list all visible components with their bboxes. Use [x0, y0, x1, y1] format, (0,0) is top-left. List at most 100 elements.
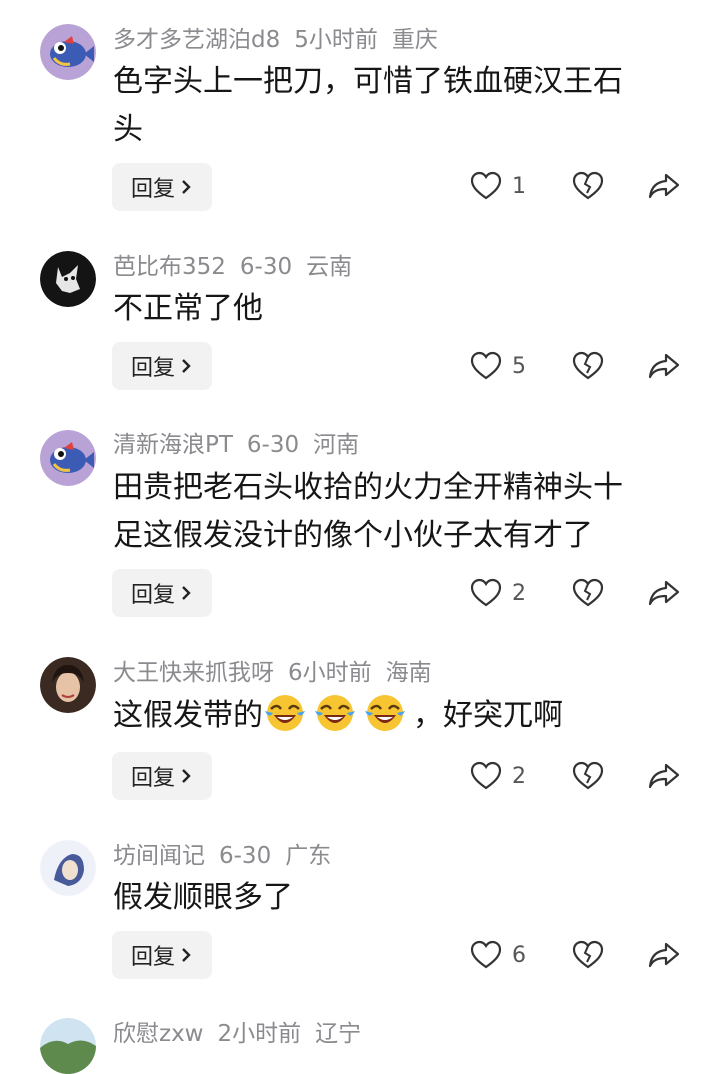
timestamp: 6-30 [246, 432, 300, 458]
location: 广东 [285, 843, 332, 869]
timestamp: 2小时前 [217, 1021, 302, 1047]
share-button[interactable] [648, 941, 680, 969]
dislike-button[interactable] [572, 940, 604, 970]
avatar[interactable] [40, 24, 96, 80]
share-arrow-icon [648, 942, 680, 968]
sketch-avatar-icon [40, 840, 96, 896]
heart-outline-icon [470, 171, 502, 200]
avatar[interactable] [40, 251, 96, 307]
comment-meta: 坊间闻记 6-30 广东 [113, 842, 345, 870]
comment-text: 这假发带的 ，好突兀啊 [113, 692, 673, 740]
heart-outline-icon [470, 578, 502, 607]
username[interactable]: 清新海浪PT [113, 432, 233, 458]
heart-outline-icon [470, 351, 502, 380]
avatar[interactable] [40, 657, 96, 713]
laughing-crying-emoji-icon [265, 695, 305, 731]
broken-heart-icon [572, 578, 604, 607]
comment-text-before-emoji: 这假发带的 [113, 698, 263, 733]
reply-button[interactable]: 回复 [112, 163, 212, 211]
reply-button[interactable]: 回复 [112, 342, 212, 390]
like-count: 6 [512, 942, 526, 968]
like-count: 1 [512, 173, 526, 199]
username[interactable]: 欣慰zxw [113, 1021, 204, 1047]
reply-button[interactable]: 回复 [112, 569, 212, 617]
avatar[interactable] [40, 1018, 96, 1074]
like-count: 2 [512, 580, 526, 606]
comment-text-line: 不正常了他 [113, 291, 263, 326]
fish-avatar-icon [40, 24, 96, 80]
share-button[interactable] [648, 762, 680, 790]
location: 海南 [385, 660, 432, 686]
comment-text-line: 足这假发没计的像个小伙子太有才了 [113, 518, 593, 553]
cat-avatar-icon [40, 251, 96, 307]
timestamp: 6小时前 [288, 660, 372, 686]
share-arrow-icon [648, 580, 680, 606]
location: 河南 [313, 432, 360, 458]
comment-meta: 清新海浪PT 6-30 河南 [113, 431, 373, 459]
username[interactable]: 芭比布352 [113, 254, 226, 280]
landscape-avatar-icon [40, 1018, 96, 1074]
username[interactable]: 多才多艺湖泊d8 [113, 27, 280, 53]
heart-outline-icon [470, 761, 502, 790]
chevron-right-icon [182, 586, 191, 600]
share-button[interactable] [648, 172, 680, 200]
like-button[interactable]: 5 [470, 351, 526, 381]
comment-text-line: 假发顺眼多了 [113, 880, 293, 915]
laughing-crying-emoji-icon [365, 695, 405, 731]
portrait-avatar-icon [40, 657, 96, 713]
comment-text-line: 田贵把老石头收拾的火力全开精神头十 [113, 470, 623, 505]
comment-text: 色字头上一把刀，可惜了铁血硬汉王石 头 [113, 58, 673, 154]
fish-avatar-icon [40, 430, 96, 486]
reply-label: 回复 [130, 945, 175, 970]
chevron-right-icon [182, 948, 191, 962]
comment-text-line: 头 [113, 112, 143, 147]
reply-button[interactable]: 回复 [112, 931, 212, 979]
timestamp: 6-30 [239, 254, 293, 280]
like-button[interactable]: 2 [470, 578, 526, 608]
reply-button[interactable]: 回复 [112, 752, 212, 800]
location: 云南 [306, 254, 353, 280]
comment-meta: 欣慰zxw 2小时前 辽宁 [113, 1020, 375, 1048]
comment-text-line: 色字头上一把刀，可惜了铁血硬汉王石 [113, 64, 623, 99]
like-button[interactable]: 2 [470, 761, 526, 791]
reply-label: 回复 [130, 356, 175, 381]
heart-outline-icon [470, 940, 502, 969]
share-arrow-icon [648, 173, 680, 199]
like-button[interactable]: 1 [470, 171, 526, 201]
location: 辽宁 [315, 1021, 362, 1047]
username[interactable]: 大王快来抓我呀 [113, 660, 274, 686]
laughing-crying-emoji-icon [315, 695, 355, 731]
comment-text: 田贵把老石头收拾的火力全开精神头十 足这假发没计的像个小伙子太有才了 [113, 464, 673, 560]
chevron-right-icon [182, 359, 191, 373]
comment-text-after-emoji: ，好突兀啊 [413, 698, 563, 733]
like-count: 2 [512, 763, 526, 789]
timestamp: 5小时前 [294, 27, 378, 53]
reply-label: 回复 [130, 583, 175, 608]
chevron-right-icon [182, 180, 191, 194]
reply-label: 回复 [130, 177, 175, 202]
broken-heart-icon [572, 171, 604, 200]
comment-text: 不正常了他 [113, 285, 673, 333]
dislike-button[interactable] [572, 578, 604, 608]
comment-meta: 多才多艺湖泊d8 5小时前 重庆 [113, 26, 452, 54]
broken-heart-icon [572, 940, 604, 969]
comment-meta: 大王快来抓我呀 6小时前 海南 [113, 659, 446, 687]
broken-heart-icon [572, 761, 604, 790]
share-button[interactable] [648, 352, 680, 380]
share-arrow-icon [648, 353, 680, 379]
location: 重庆 [391, 27, 438, 53]
chevron-right-icon [182, 769, 191, 783]
avatar[interactable] [40, 840, 96, 896]
username[interactable]: 坊间闻记 [113, 843, 205, 869]
share-button[interactable] [648, 579, 680, 607]
like-count: 5 [512, 353, 526, 379]
broken-heart-icon [572, 351, 604, 380]
reply-label: 回复 [130, 766, 175, 791]
comment-text: 假发顺眼多了 [113, 874, 673, 922]
dislike-button[interactable] [572, 351, 604, 381]
like-button[interactable]: 6 [470, 940, 526, 970]
avatar[interactable] [40, 430, 96, 486]
timestamp: 6-30 [219, 843, 272, 869]
dislike-button[interactable] [572, 761, 604, 791]
dislike-button[interactable] [572, 171, 604, 201]
